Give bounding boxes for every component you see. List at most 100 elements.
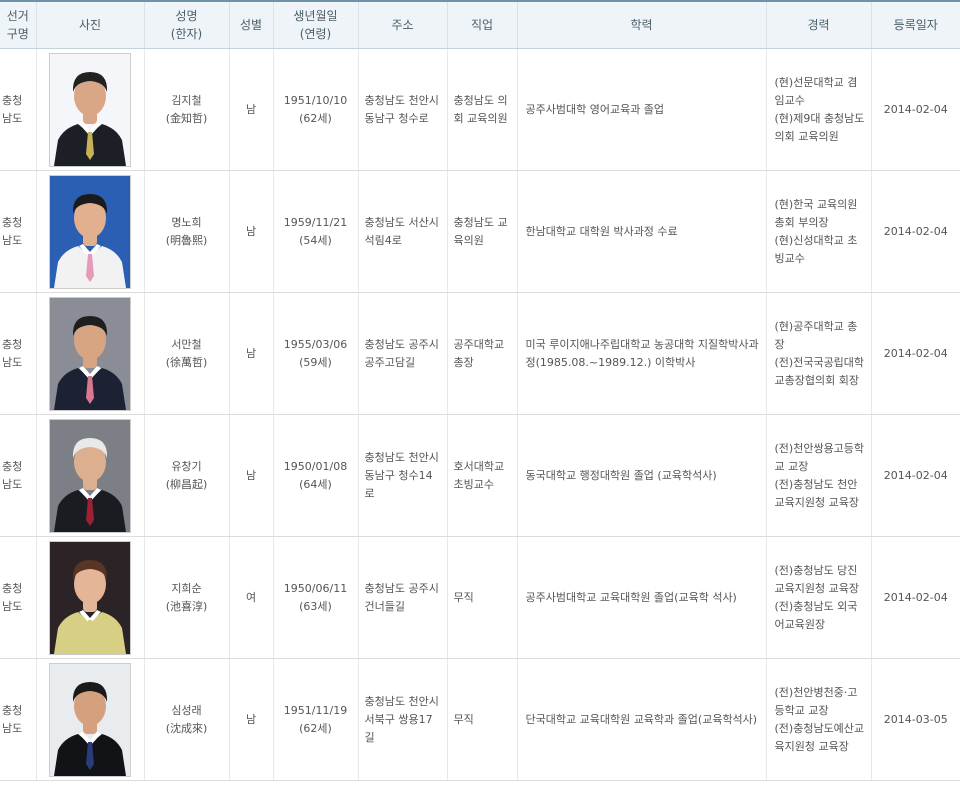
registration-date: 2014-02-04 bbox=[883, 224, 948, 238]
portrait-image bbox=[50, 53, 130, 166]
job-cell: 충청남도 교육의원 bbox=[447, 170, 518, 293]
table-body: 충청 남도 김지철 (金知哲) 남 1951/10/10 (62세) 충청남도 … bbox=[0, 48, 960, 781]
candidate-hanja: (明魯熙) bbox=[165, 233, 208, 247]
candidate-photo[interactable] bbox=[49, 174, 131, 289]
address-cell: 충청남도 천안시 동남구 청수14로 bbox=[358, 414, 448, 537]
gender-label: 남 bbox=[245, 468, 257, 482]
photo-cell bbox=[36, 658, 145, 781]
header-gender: 성별 bbox=[229, 0, 274, 49]
table-row: 충청 남도 심성래 (沈成來) 남 1951/11/19 (62세) 충청남도 … bbox=[0, 658, 960, 781]
gender-label: 남 bbox=[245, 346, 257, 360]
name-cell: 서만철 (徐萬哲) bbox=[144, 292, 230, 415]
date-cell: 2014-02-04 bbox=[871, 292, 960, 415]
birth-date: 1950/01/08 bbox=[283, 459, 348, 473]
job-text: 공주대학교 총장 bbox=[453, 337, 505, 369]
birth-cell: 1951/11/19 (62세) bbox=[273, 658, 359, 781]
candidate-hanja: (金知哲) bbox=[165, 111, 208, 125]
gender-label: 여 bbox=[245, 590, 257, 604]
region-label: 충청 남도 bbox=[2, 93, 23, 125]
date-cell: 2014-02-04 bbox=[871, 414, 960, 537]
birth-cell: 1955/03/06 (59세) bbox=[273, 292, 359, 415]
career-cell: (현)선문대학교 겸임교수 (현)제9대 충청남도의회 교육의원 bbox=[766, 48, 872, 171]
education-text: 동국대학교 행정대학원 졸업 (교육학석사) bbox=[525, 468, 717, 482]
table-header: 선거 구명 사진 성명 (한자) 성별 생년월일 (연령) 주소 직업 학력 경… bbox=[0, 0, 960, 49]
gender-cell: 남 bbox=[229, 170, 274, 293]
gender-cell: 남 bbox=[229, 658, 274, 781]
education-text: 한남대학교 대학원 박사과정 수료 bbox=[525, 224, 678, 238]
job-cell: 호서대학교 초빙교수 bbox=[447, 414, 518, 537]
candidate-hanja: (柳昌起) bbox=[165, 477, 208, 491]
age-label: (64세) bbox=[299, 477, 332, 491]
education-cell: 한남대학교 대학원 박사과정 수료 bbox=[517, 170, 767, 293]
region-label: 충청 남도 bbox=[2, 581, 23, 613]
job-cell: 무직 bbox=[447, 536, 518, 659]
photo-cell bbox=[36, 170, 145, 293]
career-cell: (현)공주대학교 총장 (전)전국국공립대학교총장협의회 회장 bbox=[766, 292, 872, 415]
region-label: 충청 남도 bbox=[2, 459, 23, 491]
region-cell: 충청 남도 bbox=[0, 414, 37, 537]
candidate-hanja: (沈成來) bbox=[165, 721, 208, 735]
name-cell: 김지철 (金知哲) bbox=[144, 48, 230, 171]
portrait-image bbox=[50, 297, 130, 410]
age-label: (63세) bbox=[299, 599, 332, 613]
portrait-image bbox=[50, 175, 130, 288]
candidate-photo[interactable] bbox=[49, 540, 131, 655]
career-text: (현)선문대학교 겸임교수 (현)제9대 충청남도의회 교육의원 bbox=[774, 75, 865, 143]
candidate-photo[interactable] bbox=[49, 52, 131, 167]
candidate-photo[interactable] bbox=[49, 662, 131, 777]
job-text: 충청남도 의회 교육의원 bbox=[453, 93, 508, 125]
job-cell: 무직 bbox=[447, 658, 518, 781]
region-cell: 충청 남도 bbox=[0, 658, 37, 781]
header-name: 성명 (한자) bbox=[144, 0, 230, 49]
candidate-photo[interactable] bbox=[49, 418, 131, 533]
header-address: 주소 bbox=[358, 0, 448, 49]
education-cell: 공주사범대학 영어교육과 졸업 bbox=[517, 48, 767, 171]
birth-date: 1951/10/10 bbox=[283, 93, 348, 107]
education-text: 단국대학교 교육대학원 교육학과 졸업(교육학석사) bbox=[525, 712, 758, 726]
candidate-table: 선거 구명 사진 성명 (한자) 성별 생년월일 (연령) 주소 직업 학력 경… bbox=[0, 0, 960, 781]
table-row: 충청 남도 유창기 (柳昌起) 남 1950/01/08 (64세) 충청남도 … bbox=[0, 414, 960, 537]
photo-cell bbox=[36, 536, 145, 659]
candidate-name: 지희순 bbox=[171, 581, 202, 595]
address-cell: 충청남도 천안시 동남구 청수로 bbox=[358, 48, 448, 171]
date-cell: 2014-02-04 bbox=[871, 48, 960, 171]
region-cell: 충청 남도 bbox=[0, 536, 37, 659]
registration-date: 2014-03-05 bbox=[883, 712, 948, 726]
gender-cell: 남 bbox=[229, 414, 274, 537]
career-text: (현)한국 교육의원 총회 부의장 (현)신성대학교 초빙교수 bbox=[774, 197, 858, 265]
gender-label: 남 bbox=[245, 224, 257, 238]
photo-cell bbox=[36, 414, 145, 537]
region-label: 충청 남도 bbox=[2, 337, 23, 369]
header-photo: 사진 bbox=[36, 0, 145, 49]
portrait-image bbox=[50, 419, 130, 532]
name-cell: 지희순 (池喜淳) bbox=[144, 536, 230, 659]
gender-cell: 남 bbox=[229, 292, 274, 415]
address-text: 충청남도 공주시 공주고담길 bbox=[364, 337, 439, 369]
career-text: (전)천안쌍용고등학교 교장 (전)충청남도 천안교육지원청 교육장 bbox=[774, 441, 865, 509]
portrait-image bbox=[50, 541, 130, 654]
address-text: 충청남도 천안시 동남구 청수로 bbox=[364, 93, 439, 125]
age-label: (59세) bbox=[299, 355, 332, 369]
candidate-name: 심성래 bbox=[171, 703, 202, 717]
region-cell: 충청 남도 bbox=[0, 292, 37, 415]
career-text: (현)공주대학교 총장 (전)전국국공립대학교총장협의회 회장 bbox=[774, 319, 865, 387]
table-row: 충청 남도 지희순 (池喜淳) 여 1950/06/11 (63세) 충청남도 … bbox=[0, 536, 960, 659]
birth-cell: 1951/10/10 (62세) bbox=[273, 48, 359, 171]
education-cell: 단국대학교 교육대학원 교육학과 졸업(교육학석사) bbox=[517, 658, 767, 781]
education-text: 미국 루이지애나주립대학교 농공대학 지질학박사과정(1985.08.~1989… bbox=[525, 337, 759, 369]
birth-date: 1950/06/11 bbox=[283, 581, 348, 595]
address-cell: 충청남도 공주시 공주고담길 bbox=[358, 292, 448, 415]
address-cell: 충청남도 서산시 석림4로 bbox=[358, 170, 448, 293]
candidate-name: 서만철 bbox=[171, 337, 202, 351]
address-cell: 충청남도 공주시 건너들길 bbox=[358, 536, 448, 659]
candidate-photo[interactable] bbox=[49, 296, 131, 411]
age-label: (54세) bbox=[299, 233, 332, 247]
birth-cell: 1959/11/21 (54세) bbox=[273, 170, 359, 293]
candidate-name: 유창기 bbox=[171, 459, 202, 473]
gender-cell: 여 bbox=[229, 536, 274, 659]
education-cell: 동국대학교 행정대학원 졸업 (교육학석사) bbox=[517, 414, 767, 537]
education-text: 공주사범대학교 교육대학원 졸업(교육학 석사) bbox=[525, 590, 737, 604]
age-label: (62세) bbox=[299, 111, 332, 125]
birth-date: 1951/11/19 bbox=[283, 703, 348, 717]
candidate-name: 명노희 bbox=[171, 215, 202, 229]
